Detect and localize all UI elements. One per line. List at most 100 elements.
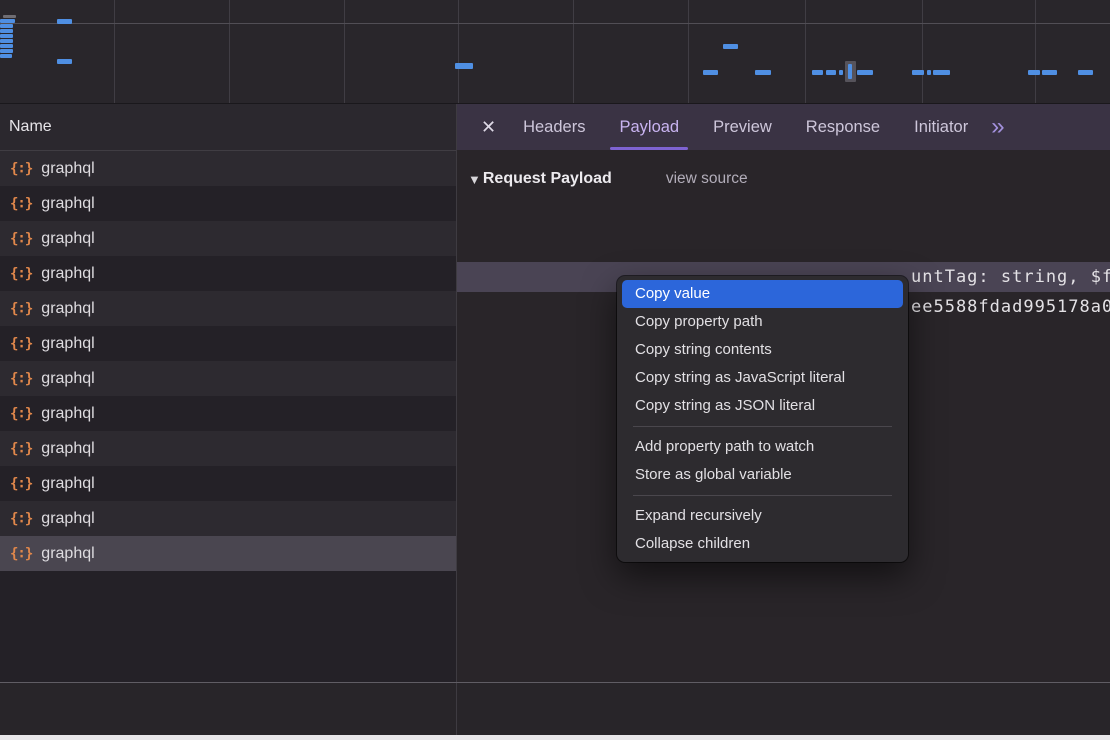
- timeline-request-bar: [0, 49, 13, 53]
- menu-separator: [633, 495, 892, 496]
- detail-tabs-bar: ✕ HeadersPayloadPreviewResponseInitiator…: [457, 104, 1110, 150]
- request-name: graphql: [41, 440, 94, 458]
- network-request-row[interactable]: {∶} graphql: [0, 536, 456, 571]
- json-request-icon: {∶}: [10, 301, 32, 317]
- summary-bar: [0, 683, 1110, 735]
- request-payload-section-header[interactable]: ▼ Request Payload view source: [457, 164, 1110, 194]
- close-icon[interactable]: ✕: [471, 117, 506, 138]
- context-menu-item[interactable]: Store as global variable: [622, 461, 903, 489]
- timeline-request-bar: [703, 70, 718, 75]
- payload-row-operation-name[interactable]: operationName: "ipFlowTimeseries": [457, 232, 1110, 262]
- overview-gridline: [688, 0, 689, 103]
- json-request-icon: {∶}: [10, 441, 32, 457]
- network-request-row[interactable]: {∶} graphql: [0, 326, 456, 361]
- network-overview-timeline[interactable]: [0, 0, 1110, 104]
- network-request-row[interactable]: {∶} graphql: [0, 186, 456, 221]
- json-request-icon: {∶}: [10, 336, 32, 352]
- network-request-row[interactable]: {∶} graphql: [0, 501, 456, 536]
- timeline-request-bar: [1042, 70, 1057, 75]
- network-request-row[interactable]: {∶} graphql: [0, 431, 456, 466]
- screenshot-bottom-edge: [0, 735, 1110, 740]
- timeline-request-bar: [723, 44, 738, 49]
- request-rows: {∶} graphql {∶} graphql {∶} graphql {∶} …: [0, 151, 456, 682]
- view-source-link[interactable]: view source: [666, 170, 748, 188]
- timeline-request-bar: [848, 64, 852, 79]
- timeline-request-bar: [455, 63, 473, 69]
- network-request-row[interactable]: {∶} graphql: [0, 221, 456, 256]
- request-name: graphql: [41, 335, 94, 353]
- context-menu-item[interactable]: Copy value: [622, 280, 903, 308]
- request-name: graphql: [41, 545, 94, 563]
- json-request-icon: {∶}: [10, 266, 32, 282]
- request-name: graphql: [41, 230, 94, 248]
- json-request-icon: {∶}: [10, 476, 32, 492]
- context-menu: Copy valueCopy property pathCopy string …: [617, 276, 908, 562]
- timeline-request-bar: [927, 70, 931, 75]
- json-request-icon: {∶}: [10, 161, 32, 177]
- json-request-icon: {∶}: [10, 546, 32, 562]
- context-menu-item[interactable]: Copy string contents: [622, 336, 903, 364]
- column-header-name[interactable]: Name: [0, 104, 456, 151]
- json-request-icon: {∶}: [10, 371, 32, 387]
- timeline-request-bar: [0, 29, 13, 33]
- overview-gridline: [805, 0, 806, 103]
- panel-divider[interactable]: [456, 683, 457, 735]
- overview-gridline: [458, 0, 459, 103]
- network-request-row[interactable]: {∶} graphql: [0, 151, 456, 186]
- timeline-request-bar: [0, 54, 12, 58]
- tab-payload[interactable]: Payload: [602, 104, 696, 150]
- timeline-request-bar: [933, 70, 950, 75]
- timeline-request-bar: [0, 39, 13, 43]
- network-request-row[interactable]: {∶} graphql: [0, 291, 456, 326]
- timeline-request-bar: [812, 70, 823, 75]
- request-name: graphql: [41, 265, 94, 283]
- network-request-row[interactable]: {∶} graphql: [0, 256, 456, 291]
- payload-root-row[interactable]: ▼{operationName: "ipFlowTimeseries", var…: [457, 202, 1110, 232]
- json-request-icon: {∶}: [10, 406, 32, 422]
- context-menu-item[interactable]: Expand recursively: [622, 502, 903, 530]
- overview-gridline: [1035, 0, 1036, 103]
- timeline-request-bar: [912, 70, 924, 75]
- timeline-request-bar: [57, 59, 72, 64]
- tab-preview[interactable]: Preview: [696, 104, 789, 150]
- context-menu-item[interactable]: Add property path to watch: [622, 433, 903, 461]
- request-name: graphql: [41, 370, 94, 388]
- timeline-request-bar: [755, 70, 771, 75]
- context-menu-item[interactable]: Copy string as JavaScript literal: [622, 364, 903, 392]
- timeline-request-bar: [826, 70, 836, 75]
- tab-headers[interactable]: Headers: [506, 104, 602, 150]
- timeline-request-bar: [839, 70, 843, 75]
- network-request-row[interactable]: {∶} graphql: [0, 396, 456, 431]
- overview-gridline: [573, 0, 574, 103]
- network-request-row[interactable]: {∶} graphql: [0, 466, 456, 501]
- network-request-row[interactable]: {∶} graphql: [0, 361, 456, 396]
- context-menu-item[interactable]: Collapse children: [622, 530, 903, 558]
- requests-list-panel: Name {∶} graphql {∶} graphql {∶} graphql…: [0, 104, 457, 682]
- overview-gridline: [114, 0, 115, 103]
- overview-gridline: [229, 0, 230, 103]
- context-menu-item[interactable]: Copy string as JSON literal: [622, 392, 903, 420]
- tab-initiator[interactable]: Initiator: [897, 104, 985, 150]
- json-request-icon: {∶}: [10, 511, 32, 527]
- overview-gridline: [922, 0, 923, 103]
- timeline-request-bar: [57, 19, 72, 24]
- property-value-right-fragment: ee5588fdad995178a0: [911, 292, 1110, 322]
- request-name: graphql: [41, 405, 94, 423]
- request-name: graphql: [41, 475, 94, 493]
- overview-gridline: [344, 0, 345, 103]
- section-collapse-icon[interactable]: ▼: [468, 172, 481, 187]
- request-name: graphql: [41, 160, 94, 178]
- section-title: Request Payload: [483, 170, 612, 188]
- column-header-label: Name: [9, 118, 52, 136]
- request-name: graphql: [41, 195, 94, 213]
- main-split: Name {∶} graphql {∶} graphql {∶} graphql…: [0, 104, 1110, 682]
- tab-response[interactable]: Response: [789, 104, 897, 150]
- context-menu-item[interactable]: Copy property path: [622, 308, 903, 336]
- timeline-request-bar: [1028, 70, 1040, 75]
- timeline-request-bar: [0, 44, 13, 48]
- overview-gridline: [0, 23, 1110, 24]
- timeline-request-bar: [0, 19, 15, 23]
- request-name: graphql: [41, 510, 94, 528]
- devtools-network-panel: Name {∶} graphql {∶} graphql {∶} graphql…: [0, 0, 1110, 740]
- more-tabs-icon[interactable]: »: [985, 115, 1010, 139]
